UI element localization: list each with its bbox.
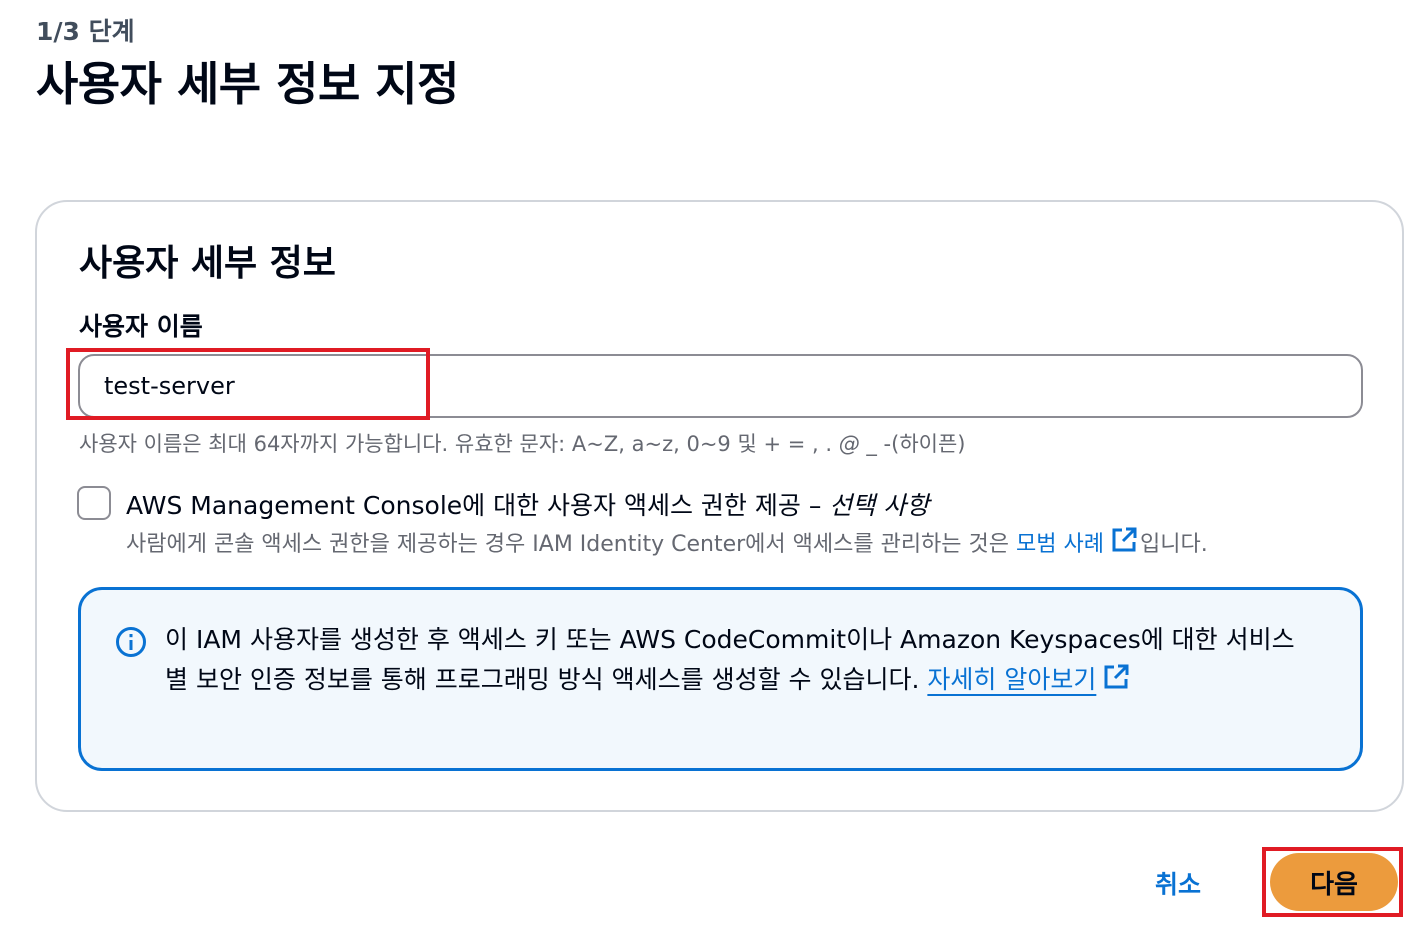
learn-more-link[interactable]: 자세히 알아보기 bbox=[927, 665, 1096, 694]
console-access-label[interactable]: AWS Management Console에 대한 사용자 액세스 권한 제공… bbox=[126, 486, 929, 522]
next-button[interactable]: 다음 bbox=[1270, 853, 1398, 911]
info-icon bbox=[115, 626, 147, 662]
external-link-icon[interactable] bbox=[1102, 663, 1130, 703]
page-title: 사용자 세부 정보 지정 bbox=[36, 57, 459, 111]
username-label: 사용자 이름 bbox=[79, 312, 203, 341]
constraint-tail: _ -(하이픈) bbox=[866, 432, 966, 456]
constraint-text: 사용자 이름은 최대 64자까지 가능합니다. 유효한 문자: A~Z, a~z… bbox=[79, 432, 839, 456]
info-alert: 이 IAM 사용자를 생성한 후 액세스 키 또는 AWS CodeCommit… bbox=[78, 587, 1363, 771]
username-input[interactable] bbox=[78, 354, 1363, 418]
best-practice-link[interactable]: 모범 사례 bbox=[1016, 532, 1104, 557]
optional-label: 선택 사항 bbox=[829, 491, 930, 520]
external-link-icon[interactable] bbox=[1110, 526, 1138, 560]
at-symbol: @ bbox=[838, 432, 860, 456]
desc-suffix: 입니다. bbox=[1139, 532, 1208, 557]
cancel-button[interactable]: 취소 bbox=[1140, 860, 1216, 906]
info-text: 이 IAM 사용자를 생성한 후 액세스 키 또는 AWS CodeCommit… bbox=[165, 620, 1295, 703]
desc-prefix: 사람에게 콘솔 액세스 권한을 제공하는 경우 IAM Identity Cen… bbox=[126, 532, 1017, 557]
username-constraint: 사용자 이름은 최대 64자까지 가능합니다. 유효한 문자: A~Z, a~z… bbox=[79, 428, 965, 458]
console-access-checkbox[interactable] bbox=[77, 486, 111, 520]
section-title: 사용자 세부 정보 bbox=[79, 243, 336, 284]
user-details-container: 사용자 세부 정보 사용자 이름 사용자 이름은 최대 64자까지 가능합니다.… bbox=[35, 200, 1404, 812]
step-indicator: 1/3 단계 bbox=[36, 17, 135, 46]
console-access-description: 사람에게 콘솔 액세스 권한을 제공하는 경우 IAM Identity Cen… bbox=[126, 526, 1208, 560]
console-access-label-text: AWS Management Console에 대한 사용자 액세스 권한 제공… bbox=[126, 491, 830, 520]
